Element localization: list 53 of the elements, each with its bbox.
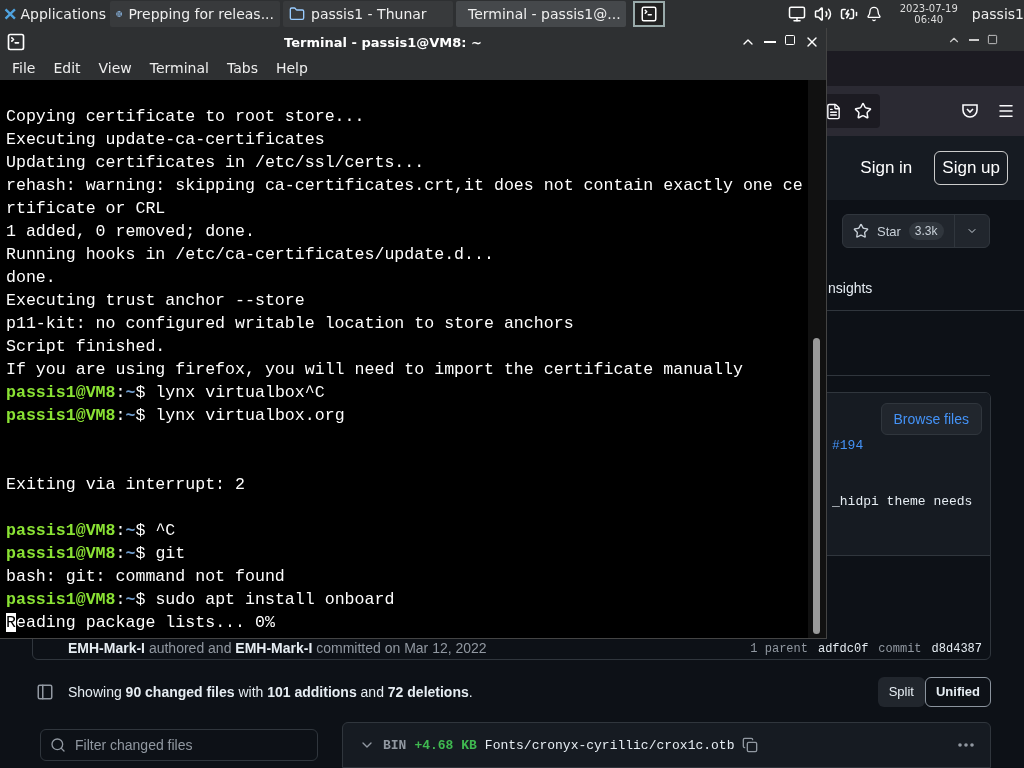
- diff-view-toggle[interactable]: Split: [877, 676, 925, 707]
- applications-menu[interactable]: Applications: [0, 0, 110, 28]
- prompt-line: passis1@VM8:~$ git: [6, 543, 186, 565]
- menu-item[interactable]: Tabs: [216, 60, 266, 76]
- output-line: done.: [6, 267, 56, 289]
- output-line: p11-kit: no configured writable location to store anchors: [6, 313, 574, 335]
- repo-tab[interactable]: nsights: [828, 280, 873, 297]
- file-type: BIN: [383, 737, 407, 753]
- menu-item[interactable]: View: [88, 60, 140, 76]
- pull-request-link[interactable]: #194: [832, 438, 982, 454]
- output-line: Updating certificates in /etc/ssl/certs...: [6, 152, 425, 174]
- taskbar-task[interactable]: passis1 - Thunar: [283, 1, 453, 27]
- commit-sha: d8d4387: [931, 642, 982, 657]
- output-line: bash: git: command not found: [6, 566, 285, 588]
- output-line: 1 added, 0 removed; done.: [6, 221, 255, 243]
- star-button[interactable]: Star 3.3k: [842, 214, 990, 248]
- prompt-line: passis1@VM8:~$ sudo apt install onboard: [6, 589, 395, 611]
- sign-up-button[interactable]: Sign up: [934, 151, 1008, 186]
- output-line: If you are using firefox, you will need to import the certificate manually: [6, 359, 743, 381]
- clock-time: 06:40: [914, 14, 944, 25]
- output-line: Exiting via interrupt: 2: [6, 474, 245, 496]
- output-line: rehash: warning: skipping ca-certificates.crt,it does not contain exactly one ce: [6, 175, 803, 197]
- file-path[interactable]: Fonts/cronyx-cyrillic/crox1c.otb: [484, 737, 735, 753]
- menu-item[interactable]: File: [2, 60, 44, 76]
- parent-sha[interactable]: adfdc0f: [817, 642, 869, 657]
- output-line: rtificate or CRL: [6, 198, 166, 220]
- taskbar-task[interactable]: Prepping for releas...: [110, 1, 280, 27]
- filter-field[interactable]: Filter changed files: [40, 729, 318, 761]
- menu-item[interactable]: Help: [265, 60, 316, 76]
- prompt-line: passis1@VM8:~$ ^C: [6, 520, 176, 542]
- output-line: Executing update-ca-certificates: [6, 129, 325, 151]
- output-line: Script finished.: [6, 336, 166, 358]
- menu-item[interactable]: Edit: [43, 60, 89, 76]
- browse-files-button[interactable]: Browse files: [880, 403, 982, 436]
- clock-date: 2023-07-19: [899, 3, 958, 14]
- commit-byline: EMH-Mark-I authored and EMH-Mark-I committed on Mar 12, 2022: [68, 640, 487, 657]
- commit-message: _hidpi theme needs: [832, 494, 974, 510]
- commit-label: commit: [878, 642, 922, 657]
- diff-view-toggle[interactable]: Unified: [924, 676, 991, 707]
- file-size-change: +4.68 KB: [414, 737, 477, 753]
- diff-summary: Showing 90 changed files with 101 additions and 72 deletions.: [68, 683, 473, 700]
- window-title: Terminal - passis1@VM8: ~: [283, 34, 483, 50]
- star-count: 3.3k: [908, 222, 944, 240]
- taskbar-task[interactable]: Terminal - passis1@...: [456, 1, 626, 27]
- user-name[interactable]: passis1: [971, 6, 1024, 22]
- output-line: Executing trust anchor --store: [6, 290, 305, 312]
- menu-item[interactable]: Terminal: [139, 60, 217, 76]
- output-line: Running hooks in /etc/ca-certificates/update.d...: [6, 244, 494, 266]
- output-line: Copying certificate to root store...: [6, 106, 365, 128]
- prompt-line: passis1@VM8:~$ lynx virtualbox^C: [6, 382, 325, 404]
- prompt-line: passis1@VM8:~$ lynx virtualbox.org: [6, 405, 345, 427]
- sign-in-link[interactable]: Sign in: [852, 152, 921, 185]
- parent-label: 1 parent: [750, 642, 808, 657]
